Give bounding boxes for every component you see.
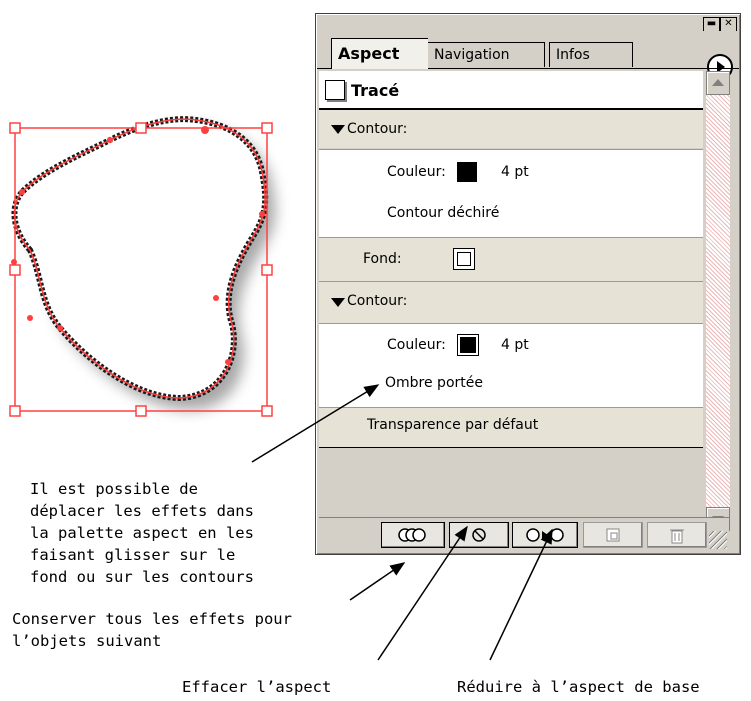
note-line: la palette aspect en les [30, 524, 254, 542]
fill-swatch[interactable] [453, 248, 475, 270]
selected-shape-illustration [9, 116, 276, 417]
note-line: faisant glisser sur le [30, 546, 236, 564]
minimize-button[interactable]: ▬ [703, 17, 720, 32]
transparency-row[interactable]: Transparence par défaut [319, 407, 703, 448]
new-item-icon [606, 528, 620, 542]
delete-item-button[interactable] [647, 522, 707, 548]
palette-titlebar[interactable]: ▬ ✕ [317, 15, 739, 32]
scroll-up-button[interactable] [706, 71, 730, 95]
stroke-weight: 4 pt [501, 164, 529, 180]
note-line: Il est possible de [30, 480, 198, 498]
palette-tabs: Aspect Navigation Infos [317, 31, 739, 80]
trash-icon [670, 529, 684, 544]
color-row-2[interactable]: Couleur: 4 pt [319, 323, 703, 366]
close-button[interactable]: ✕ [720, 17, 737, 32]
color-label: Couleur: [387, 164, 446, 180]
note-line: déplacer les effets dans [30, 502, 254, 520]
color-row-1[interactable]: Couleur: 4 pt [319, 149, 703, 194]
resize-grip[interactable] [709, 531, 727, 549]
object-header-row[interactable]: Tracé [319, 71, 703, 110]
effect-row-torn[interactable]: Contour déchiré [319, 193, 703, 237]
disclosure-triangle-icon[interactable] [331, 298, 345, 307]
tab-infos[interactable]: Infos [549, 42, 633, 67]
object-type-label: Tracé [351, 81, 400, 100]
color-swatch-black[interactable] [457, 162, 477, 182]
effect-label: Contour déchiré [387, 205, 500, 221]
color-swatch-black[interactable] [457, 334, 479, 356]
effect-row-shadow[interactable]: Ombre portée [319, 365, 703, 407]
arrow-keep-effects [349, 562, 406, 601]
reduce-to-basic-appearance-button[interactable] [512, 522, 578, 548]
note-line: Conserver tous les effets pour [12, 610, 292, 628]
tab-navigation[interactable]: Navigation [427, 42, 545, 67]
note-clear-appearance: Effacer l’aspect [182, 678, 332, 696]
overlapping-circles-icon [398, 528, 426, 542]
note-line: l’objets suivant [12, 632, 162, 650]
object-thumbnail-icon [325, 80, 345, 100]
note-move-effects: Il est possible de déplacer les effets d… [30, 478, 254, 588]
circle-arrow-circle-icon [526, 528, 564, 542]
palette-bottom-toolbar [319, 517, 729, 551]
appearance-palette: ▬ ✕ Aspect Navigation Infos Tracé Contou… [315, 13, 741, 555]
stroke-row-2[interactable]: Contour: [319, 281, 703, 324]
stroke-weight: 4 pt [501, 337, 529, 353]
effect-label: Ombre portée [385, 375, 483, 391]
stroke-label: Contour: [347, 121, 408, 137]
note-reduce-appearance: Réduire à l’aspect de base [457, 678, 700, 696]
clear-appearance-button[interactable] [449, 522, 509, 548]
vertical-scrollbar[interactable] [706, 71, 730, 531]
fill-row[interactable]: Fond: [319, 237, 703, 282]
color-label: Couleur: [387, 337, 446, 353]
stroke-label: Contour: [347, 293, 408, 309]
list-end-divider [319, 447, 703, 448]
note-keep-effects: Conserver tous les effets pour l’objets … [12, 608, 292, 652]
transparency-label: Transparence par défaut [367, 417, 539, 433]
appearance-list: Tracé Contour: Couleur: 4 pt Contour déc… [319, 71, 703, 515]
tab-aspect[interactable]: Aspect [331, 38, 428, 69]
new-item-button[interactable] [583, 522, 643, 548]
fill-label: Fond: [363, 251, 402, 267]
stroke-row-1[interactable]: Contour: [319, 110, 703, 148]
torn-contour [11, 116, 269, 402]
keep-all-effects-button[interactable] [381, 522, 445, 548]
disclosure-triangle-icon[interactable] [331, 125, 345, 134]
no-sign-icon [472, 528, 486, 542]
note-line: fond ou sur les contours [30, 568, 254, 586]
